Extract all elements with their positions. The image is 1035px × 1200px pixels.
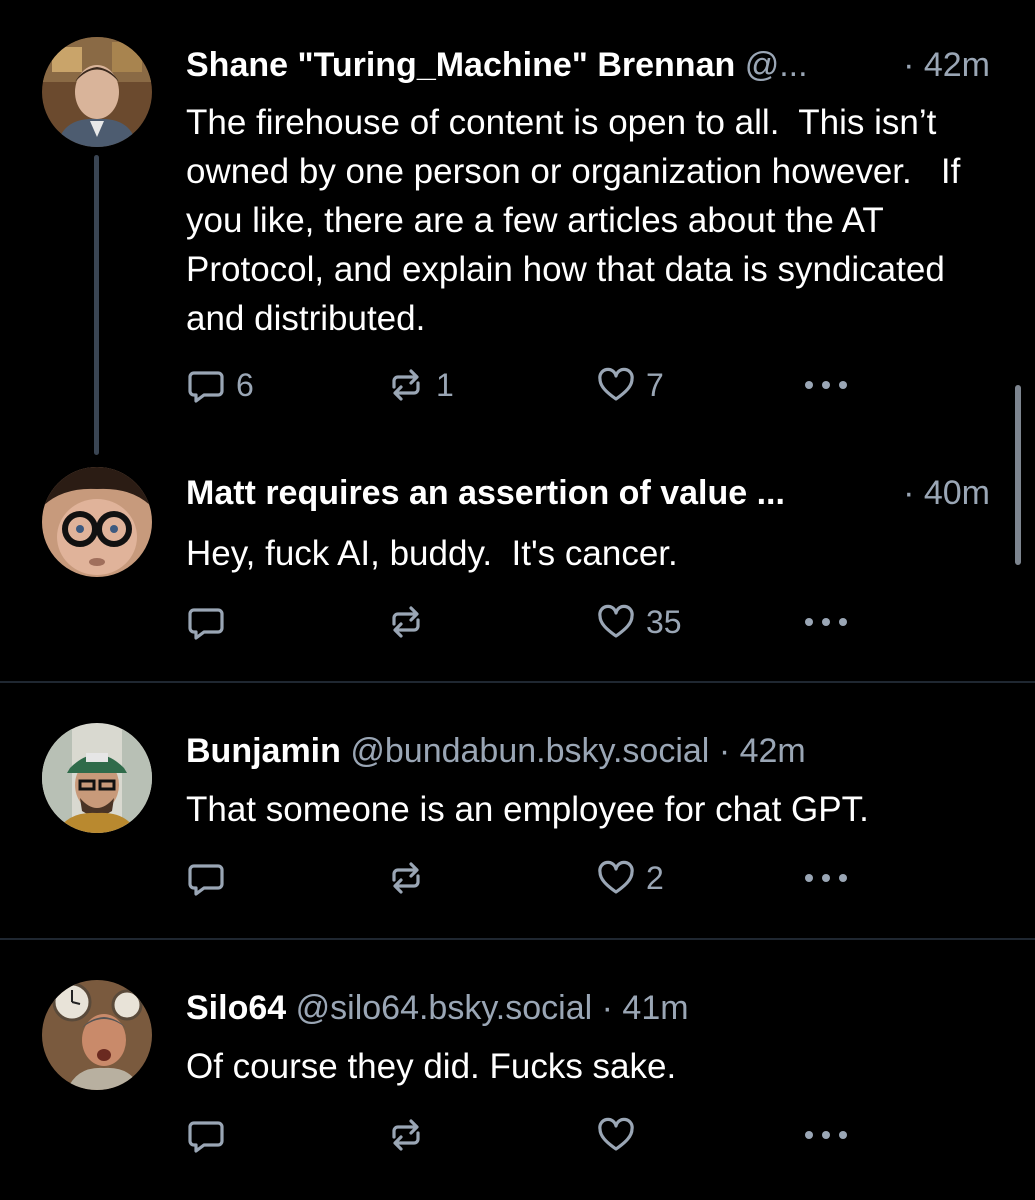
more-button[interactable] xyxy=(801,853,851,903)
more-button[interactable] xyxy=(801,597,851,647)
reply-button[interactable] xyxy=(186,853,236,903)
repost-icon xyxy=(386,602,426,642)
post-header: Bunjamin @bundabun.bsky.social · 42m xyxy=(186,731,990,771)
avatar[interactable] xyxy=(42,37,152,147)
like-button[interactable]: 2 xyxy=(596,853,664,903)
repost-icon xyxy=(386,858,426,898)
like-button[interactable]: 35 xyxy=(596,597,682,647)
display-name[interactable]: Bunjamin xyxy=(186,732,341,770)
timestamp: · 40m xyxy=(903,474,990,512)
post-bunjamin[interactable]: Bunjamin @bundabun.bsky.social · 42m Tha… xyxy=(0,683,1035,939)
avatar[interactable] xyxy=(42,980,152,1090)
reply-icon xyxy=(186,602,226,642)
post-header: Shane "Turing_Machine" Brennan @... · 42… xyxy=(186,45,990,85)
thread-line xyxy=(94,155,99,455)
post-silo64[interactable]: Silo64 @silo64.bsky.social · 41m Of cour… xyxy=(0,940,1035,1198)
display-name[interactable]: Shane "Turing_Machine" Brennan xyxy=(186,46,735,84)
more-button[interactable] xyxy=(801,360,851,410)
timestamp: · 42m xyxy=(903,46,990,84)
repost-count: 1 xyxy=(436,366,454,403)
post-actions: 35 xyxy=(186,597,866,647)
like-button[interactable]: 7 xyxy=(596,360,664,410)
reply-button[interactable]: 6 xyxy=(186,360,254,410)
post-actions: 2 xyxy=(186,853,866,903)
handle[interactable]: @... xyxy=(745,46,808,84)
display-name[interactable]: Matt requires an assertion of value ... xyxy=(186,474,785,512)
post-shane[interactable]: Shane "Turing_Machine" Brennan @... · 42… xyxy=(0,0,1035,460)
heart-icon xyxy=(596,1115,636,1155)
heart-icon xyxy=(596,602,636,642)
heart-icon xyxy=(596,365,636,405)
reply-button[interactable] xyxy=(186,1110,236,1160)
repost-button[interactable]: 1 xyxy=(386,360,454,410)
repost-icon xyxy=(386,1115,426,1155)
like-button[interactable] xyxy=(596,1110,646,1160)
reply-button[interactable] xyxy=(186,597,236,647)
heart-icon xyxy=(596,858,636,898)
post-actions: 6 1 7 xyxy=(186,360,866,410)
repost-icon xyxy=(386,365,426,405)
display-name[interactable]: Silo64 xyxy=(186,989,286,1027)
repost-button[interactable] xyxy=(386,853,436,903)
post-text: Hey, fuck AI, buddy. It's cancer. xyxy=(186,534,678,573)
post-text: That someone is an employee for chat GPT… xyxy=(186,790,869,829)
handle[interactable]: @bundabun.bsky.social xyxy=(350,732,709,770)
reply-count: 6 xyxy=(236,366,254,403)
post-matt[interactable]: Matt requires an assertion of value ... … xyxy=(0,460,1035,682)
timestamp: · 42m xyxy=(718,732,806,770)
handle[interactable]: @silo64.bsky.social xyxy=(296,989,593,1027)
post-header: Matt requires an assertion of value ... … xyxy=(186,473,990,513)
timestamp: · 41m xyxy=(601,989,689,1027)
reply-icon xyxy=(186,858,226,898)
avatar[interactable] xyxy=(42,467,152,577)
like-count: 2 xyxy=(646,859,664,896)
repost-button[interactable] xyxy=(386,597,436,647)
like-count: 35 xyxy=(646,603,682,640)
post-header: Silo64 @silo64.bsky.social · 41m xyxy=(186,988,990,1028)
repost-button[interactable] xyxy=(386,1110,436,1160)
post-text: Of course they did. Fucks sake. xyxy=(186,1047,677,1086)
like-count: 7 xyxy=(646,366,664,403)
more-icon xyxy=(801,1125,851,1145)
post-text: The firehouse of content is open to all.… xyxy=(186,103,971,338)
scrollbar[interactable] xyxy=(1015,385,1021,565)
more-button[interactable] xyxy=(801,1110,851,1160)
post-actions xyxy=(186,1110,866,1160)
reply-icon xyxy=(186,365,226,405)
avatar[interactable] xyxy=(42,723,152,833)
more-icon xyxy=(801,612,851,632)
more-icon xyxy=(801,868,851,888)
more-icon xyxy=(801,375,851,395)
reply-icon xyxy=(186,1115,226,1155)
